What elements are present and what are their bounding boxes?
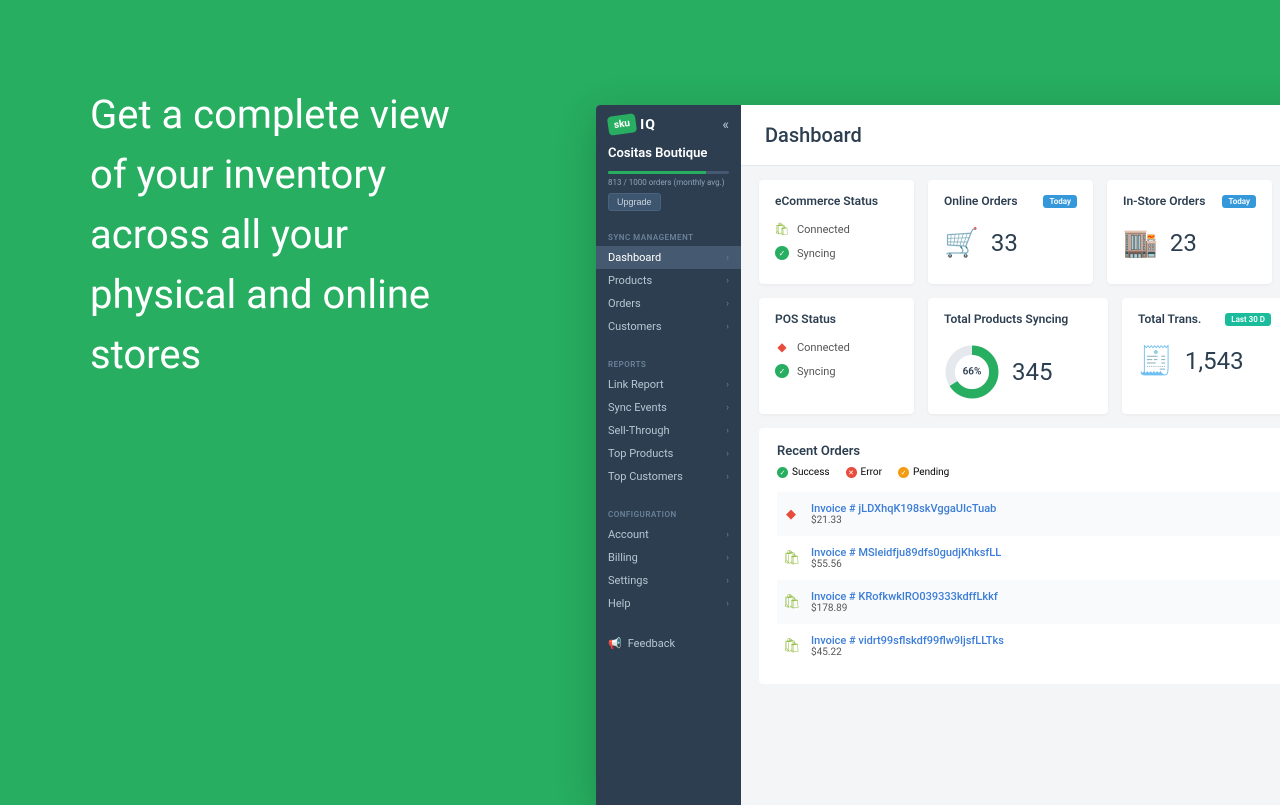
metric-value: 33	[991, 229, 1018, 257]
pending-icon: ✓	[898, 467, 909, 478]
nav-item-dashboard[interactable]: Dashboard›	[596, 246, 741, 269]
card-instore-orders: In-Store Orders Today 🏬 23	[1107, 180, 1272, 284]
metric-value: 23	[1170, 229, 1197, 257]
receipt-icon: 🧾	[1138, 344, 1173, 377]
invoice-link[interactable]: Invoice # KRofkwklRO039333kdffLkkf	[811, 590, 998, 603]
shopify-icon: 🛍	[783, 594, 799, 610]
hero-text: Get a complete view of your inventory ac…	[90, 85, 490, 385]
main-content: Dashboard eCommerce Status 🛍Connected ✓S…	[741, 105, 1280, 805]
order-price: $178.89	[811, 603, 998, 614]
nav-item-products[interactable]: Products›	[596, 269, 741, 292]
app-window: sku IQ « Cositas Boutique 813 / 1000 ord…	[596, 105, 1280, 805]
chevron-right-icon: ›	[726, 553, 729, 563]
status-connected: 🛍Connected	[775, 222, 898, 236]
nav-item-orders[interactable]: Orders›	[596, 292, 741, 315]
nav-heading-config: CONFIGURATION	[596, 504, 741, 523]
order-row[interactable]: 🛍 Invoice # MSleidfju89dfs0gudjKhksfLL$55…	[777, 536, 1280, 580]
logo: sku IQ	[608, 115, 656, 134]
nav-item-sync-events[interactable]: Sync Events›	[596, 396, 741, 419]
megaphone-icon: 📢	[608, 637, 622, 650]
order-row[interactable]: 🛍 Invoice # KRofkwklRO039333kdffLkkf$178.…	[777, 580, 1280, 624]
nav-item-top-customers[interactable]: Top Customers›	[596, 465, 741, 488]
nav-heading-reports: REPORTS	[596, 354, 741, 373]
card-title: eCommerce Status	[775, 194, 878, 208]
legend: ✓Success ✕Error ✓Pending	[777, 467, 1280, 478]
card-ecommerce-status: eCommerce Status 🛍Connected ✓Syncing	[759, 180, 914, 284]
card-pos-status: POS Status ◆Connected ✓Syncing	[759, 298, 914, 414]
donut-chart: 66%	[944, 344, 1000, 400]
logo-badge: sku	[607, 113, 637, 136]
collapse-sidebar-icon[interactable]: «	[722, 117, 729, 133]
success-icon: ✓	[777, 467, 788, 478]
badge-today: Today	[1222, 195, 1256, 208]
chevron-right-icon: ›	[726, 576, 729, 586]
check-icon: ✓	[775, 364, 789, 378]
logo-iq: IQ	[640, 117, 656, 133]
shopify-icon: 🛍	[783, 638, 799, 654]
card-products-syncing: Total Products Syncing 66% 345	[928, 298, 1108, 414]
lightspeed-icon: ◆	[783, 507, 799, 522]
check-icon: ✓	[775, 246, 789, 260]
badge-today: Today	[1043, 195, 1077, 208]
chevron-right-icon: ›	[726, 403, 729, 413]
chevron-right-icon: ›	[726, 253, 729, 263]
recent-title: Recent Orders	[777, 444, 1280, 459]
invoice-link[interactable]: Invoice # MSleidfju89dfs0gudjKhksfLL	[811, 546, 1001, 559]
chevron-right-icon: ›	[726, 449, 729, 459]
nav-item-top-products[interactable]: Top Products›	[596, 442, 741, 465]
chevron-right-icon: ›	[726, 299, 729, 309]
card-online-orders: Online Orders Today 🛒 33	[928, 180, 1093, 284]
nav-item-billing[interactable]: Billing›	[596, 546, 741, 569]
chevron-right-icon: ›	[726, 530, 729, 540]
order-price: $45.22	[811, 647, 1004, 658]
order-row[interactable]: 🛍 Invoice # vidrt99sflskdf99flw9ljsfLLTks…	[777, 624, 1280, 668]
cart-icon: 🛒	[944, 226, 979, 259]
order-price: $55.56	[811, 559, 1001, 570]
nav-item-feedback[interactable]: 📢 Feedback	[596, 631, 741, 656]
store-icon: 🏬	[1123, 226, 1158, 259]
page-title: Dashboard	[765, 123, 1280, 147]
nav-heading-sync: SYNC MANAGEMENT	[596, 227, 741, 246]
order-row[interactable]: ◆ Invoice # jLDXhqK198skVggaUIcTuab$21.33	[777, 492, 1280, 536]
nav-item-link-report[interactable]: Link Report›	[596, 373, 741, 396]
status-syncing: ✓Syncing	[775, 246, 898, 260]
recent-orders: Recent Orders ✓Success ✕Error ✓Pending ◆…	[759, 428, 1280, 684]
order-price: $21.33	[811, 515, 996, 526]
error-icon: ✕	[846, 467, 857, 478]
status-connected: ◆Connected	[775, 340, 898, 354]
card-title: Total Trans.	[1138, 312, 1201, 326]
chevron-right-icon: ›	[726, 426, 729, 436]
nav-item-sell-through[interactable]: Sell-Through›	[596, 419, 741, 442]
chevron-right-icon: ›	[726, 472, 729, 482]
store-name: Cositas Boutique	[608, 146, 729, 161]
donut-percent: 66%	[963, 367, 982, 378]
usage-bar	[608, 171, 729, 174]
card-total-trans: Total Trans. Last 30 D 🧾 1,543	[1122, 298, 1280, 414]
lightspeed-icon: ◆	[775, 340, 789, 354]
nav-item-help[interactable]: Help›	[596, 592, 741, 615]
nav-item-customers[interactable]: Customers›	[596, 315, 741, 338]
metric-value: 345	[1012, 358, 1052, 386]
shopify-icon: 🛍	[775, 222, 789, 236]
invoice-link[interactable]: Invoice # vidrt99sflskdf99flw9ljsfLLTks	[811, 634, 1004, 647]
chevron-right-icon: ›	[726, 599, 729, 609]
card-title: In-Store Orders	[1123, 194, 1205, 208]
chevron-right-icon: ›	[726, 322, 729, 332]
usage-text: 813 / 1000 orders (monthly avg.)	[608, 178, 729, 187]
card-title: Online Orders	[944, 194, 1018, 208]
badge-last30: Last 30 D	[1225, 313, 1271, 326]
main-header: Dashboard	[741, 105, 1280, 166]
nav-item-account[interactable]: Account›	[596, 523, 741, 546]
nav-item-settings[interactable]: Settings›	[596, 569, 741, 592]
card-title: Total Products Syncing	[944, 312, 1068, 326]
metric-value: 1,543	[1185, 347, 1244, 375]
shopify-icon: 🛍	[783, 550, 799, 566]
sidebar: sku IQ « Cositas Boutique 813 / 1000 ord…	[596, 105, 741, 805]
invoice-link[interactable]: Invoice # jLDXhqK198skVggaUIcTuab	[811, 502, 996, 515]
card-title: POS Status	[775, 312, 836, 326]
chevron-right-icon: ›	[726, 380, 729, 390]
chevron-right-icon: ›	[726, 276, 729, 286]
upgrade-button[interactable]: Upgrade	[608, 193, 661, 211]
status-syncing: ✓Syncing	[775, 364, 898, 378]
